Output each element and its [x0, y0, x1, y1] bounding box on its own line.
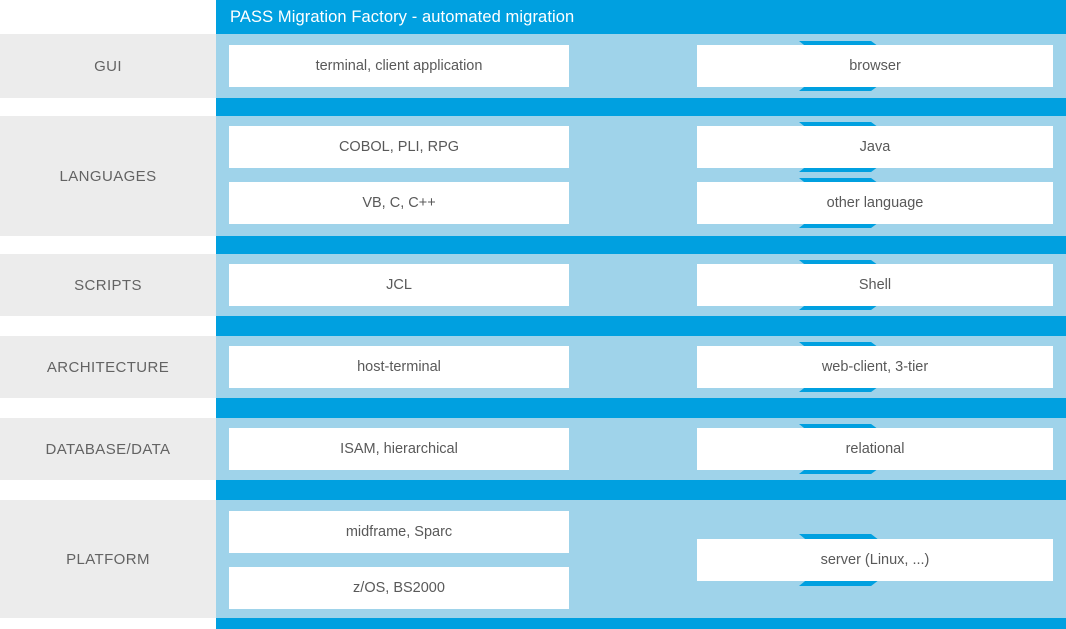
category-cell-gui: GUI [0, 34, 216, 98]
target-box-label: Shell [858, 277, 892, 293]
target-box-label: relational [845, 441, 905, 457]
category-cell-scripts: SCRIPTS [0, 254, 216, 316]
category-label: DATABASE/DATA [45, 440, 171, 458]
separator-band [216, 98, 1066, 116]
category-cell-platform: PLATFORM [0, 500, 216, 618]
category-label: PLATFORM [66, 550, 150, 568]
source-box-label: host-terminal [357, 359, 441, 375]
category-cell-architecture: ARCHITECTURE [0, 336, 216, 398]
category-label: ARCHITECTURE [46, 358, 170, 376]
source-box: z/OS, BS2000 [229, 567, 569, 609]
bottom-bar [216, 618, 1066, 629]
target-box: browser [697, 45, 1053, 87]
source-box-label: JCL [386, 277, 412, 293]
target-box-label: Java [859, 139, 891, 155]
target-box-label: web-client, 3-tier [821, 359, 929, 375]
target-box-label: browser [849, 58, 901, 74]
diagram-title-bar: PASS Migration Factory - automated migra… [216, 0, 1066, 34]
source-box: COBOL, PLI, RPG [229, 126, 569, 168]
target-box-label: other language [826, 195, 924, 211]
source-box-label: COBOL, PLI, RPG [338, 139, 460, 155]
source-box-label: z/OS, BS2000 [353, 580, 445, 596]
source-box: VB, C, C++ [229, 182, 569, 224]
separator-band [216, 236, 1066, 254]
source-box: terminal, client application [229, 45, 569, 87]
target-box: Java [697, 126, 1053, 168]
source-box: midframe, Sparc [229, 511, 569, 553]
target-box: relational [697, 428, 1053, 470]
category-cell-database-data: DATABASE/DATA [0, 418, 216, 480]
row-panel-scripts: JCL Shell [216, 254, 1066, 316]
category-cell-languages: LANGUAGES [0, 116, 216, 236]
row-panel-platform: midframe, Sparc z/OS, BS2000 server (Lin… [216, 500, 1066, 618]
separator-band [216, 316, 1066, 336]
source-box: JCL [229, 264, 569, 306]
migration-factory-diagram: PASS Migration Factory - automated migra… [0, 0, 1066, 629]
target-box: server (Linux, ...) [697, 539, 1053, 581]
row-panel-architecture: host-terminal web-client, 3-tier [216, 336, 1066, 398]
target-box: Shell [697, 264, 1053, 306]
source-box-label: midframe, Sparc [345, 524, 453, 540]
category-label: LANGUAGES [59, 167, 157, 185]
target-box-label: server (Linux, ...) [820, 552, 930, 568]
category-label: GUI [94, 57, 122, 75]
source-box: ISAM, hierarchical [229, 428, 569, 470]
source-box-label: VB, C, C++ [362, 195, 436, 211]
page-title: PASS Migration Factory - automated migra… [230, 7, 575, 26]
separator-band [216, 398, 1066, 418]
source-box: host-terminal [229, 346, 569, 388]
source-box-label: ISAM, hierarchical [340, 441, 458, 457]
category-label: SCRIPTS [74, 276, 142, 294]
source-box-label: terminal, client application [315, 58, 483, 74]
row-panel-languages: COBOL, PLI, RPG VB, C, C++ Java other la… [216, 116, 1066, 236]
target-box: web-client, 3-tier [697, 346, 1053, 388]
row-panel-database-data: ISAM, hierarchical relational [216, 418, 1066, 480]
row-panel-gui: terminal, client application browser [216, 34, 1066, 98]
separator-band [216, 480, 1066, 500]
target-box: other language [697, 182, 1053, 224]
